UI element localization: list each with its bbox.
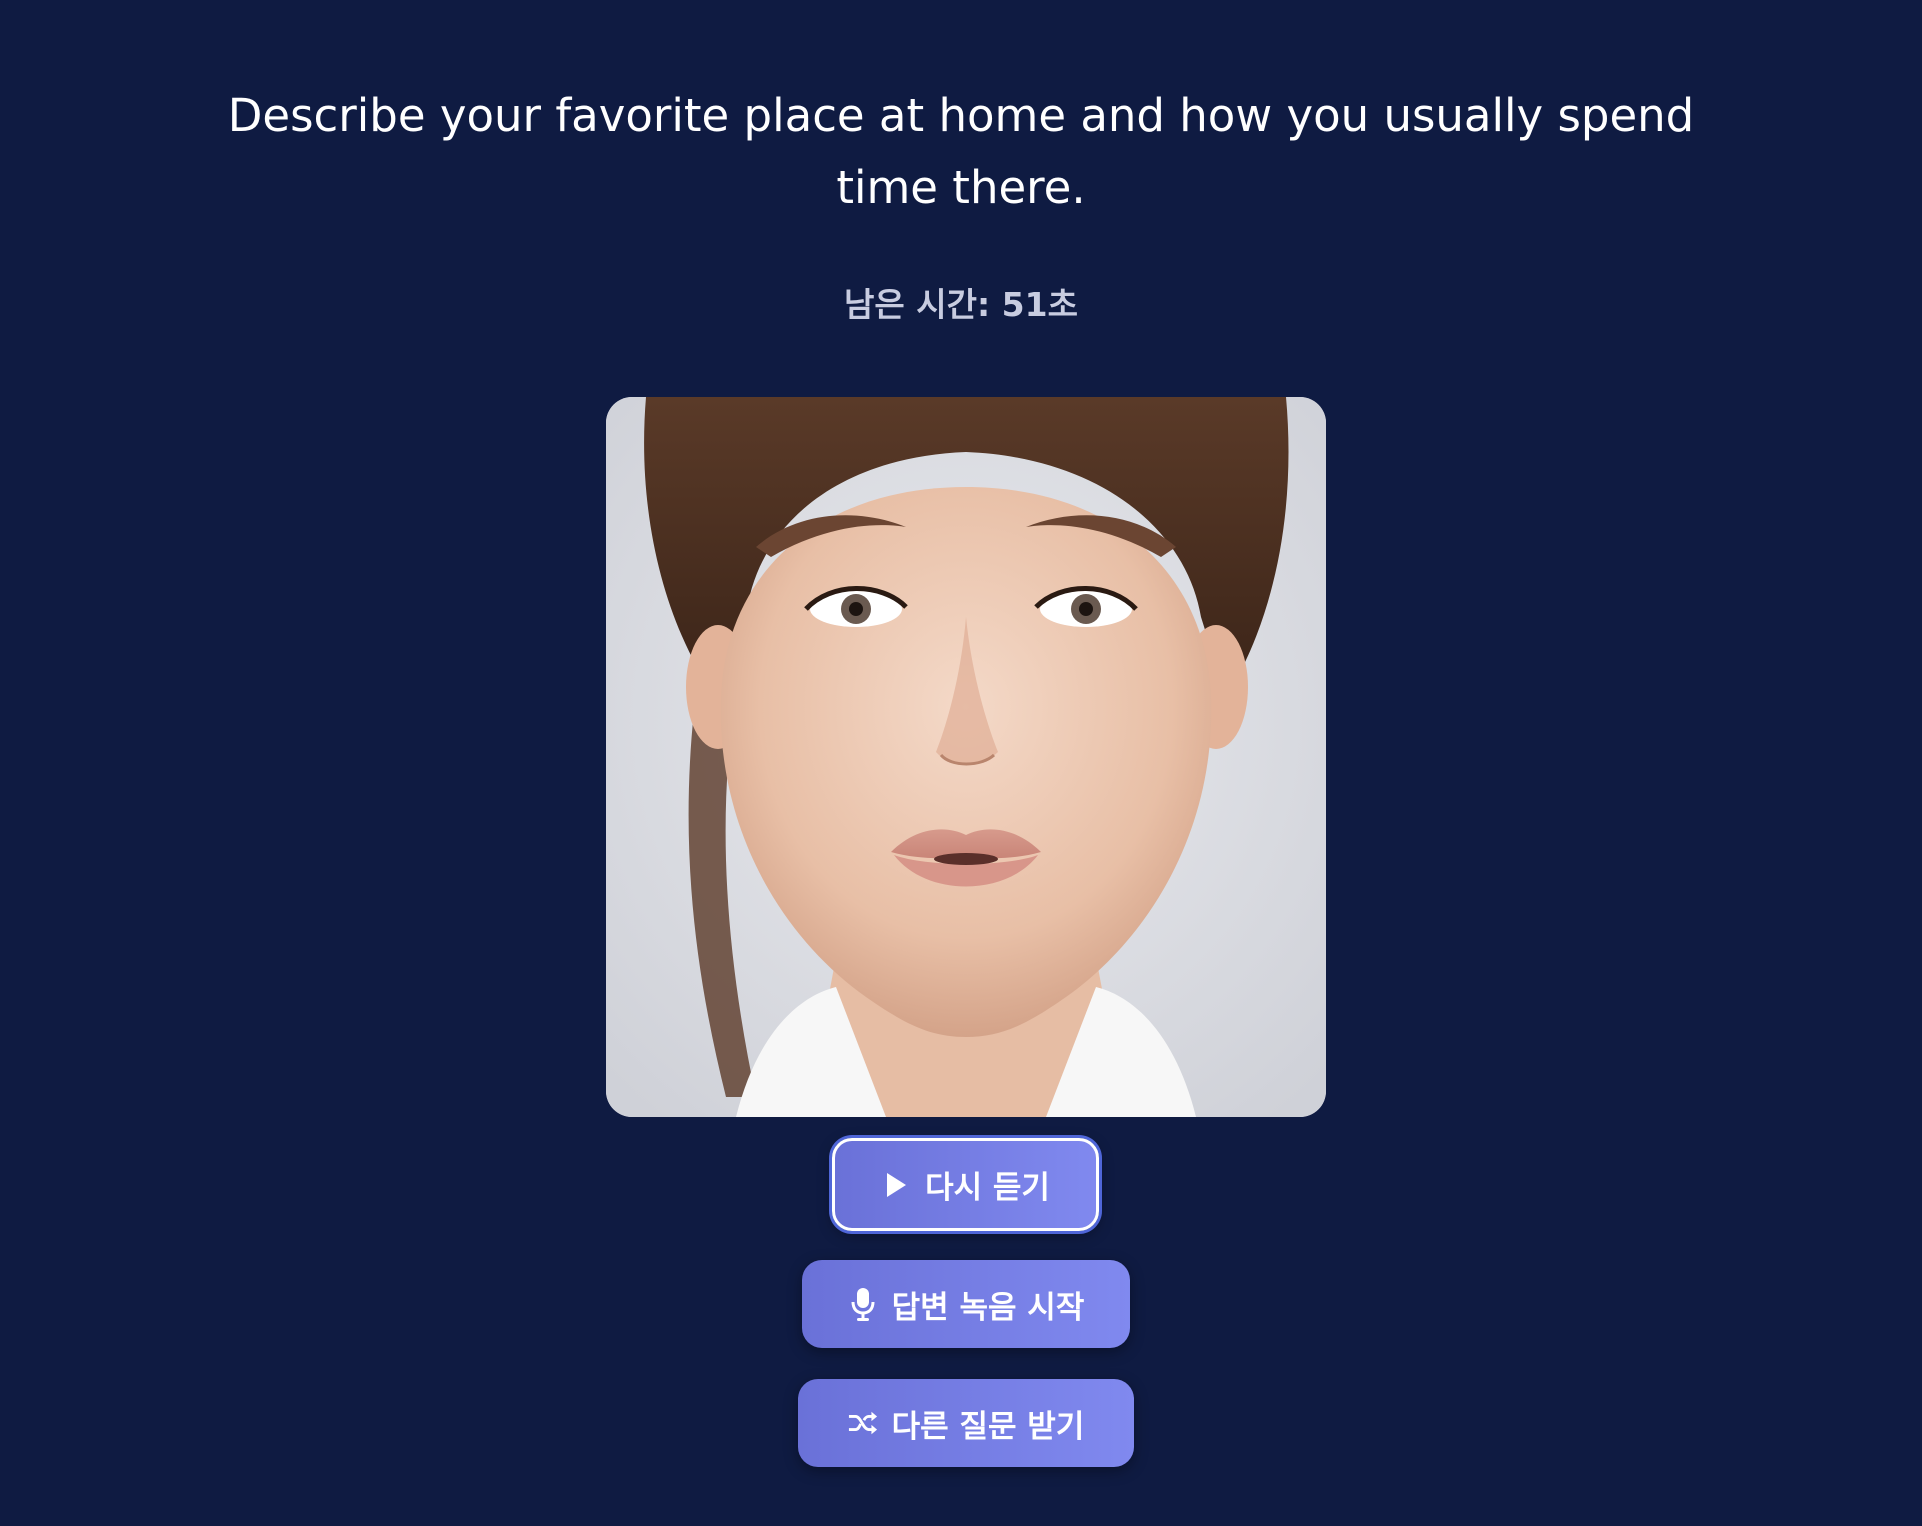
new-question-button-label: 다른 질문 받기 (891, 1408, 1085, 1445)
replay-button-label: 다시 듣기 (925, 1170, 1050, 1206)
replay-button[interactable]: 다시 듣기 (832, 1138, 1099, 1231)
record-answer-button-label: 답변 녹음 시작 (891, 1289, 1085, 1326)
shuffle-icon (848, 1406, 878, 1440)
microphone-icon (848, 1287, 878, 1321)
question-text: Describe your favorite place at home and… (227, 89, 1695, 214)
record-answer-button[interactable]: 답변 녹음 시작 (802, 1260, 1130, 1348)
avatar-face-image (606, 397, 1326, 1117)
new-question-button[interactable]: 다른 질문 받기 (798, 1379, 1134, 1467)
avatar-video (606, 397, 1326, 1117)
play-icon (881, 1168, 911, 1202)
remaining-time-label: 남은 시간: 51초 (844, 285, 1078, 324)
